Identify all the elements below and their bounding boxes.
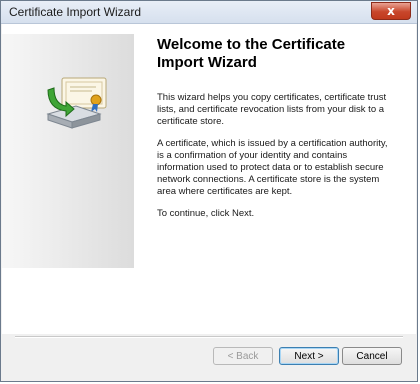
wizard-body: Welcome to the Certificate Import Wizard… bbox=[2, 24, 416, 334]
window-title: Certificate Import Wizard bbox=[9, 5, 142, 19]
cancel-button[interactable]: Cancel bbox=[342, 347, 402, 365]
content-area: Welcome to the Certificate Import Wizard… bbox=[157, 36, 389, 230]
description-paragraph: This wizard helps you copy certificates,… bbox=[157, 92, 387, 127]
certificate-import-icon bbox=[46, 77, 107, 129]
instruction-text: To continue, click Next. bbox=[157, 208, 255, 219]
side-panel bbox=[2, 34, 134, 268]
description-paragraph: A certificate, which is issued by a cert… bbox=[157, 138, 388, 197]
next-button[interactable]: Next > bbox=[279, 347, 339, 365]
back-button[interactable]: < Back bbox=[213, 347, 273, 365]
wizard-window: Certificate Import Wizard x Welcome to t… bbox=[0, 0, 418, 382]
title-bar[interactable]: Certificate Import Wizard x bbox=[1, 1, 417, 24]
close-button[interactable]: x bbox=[371, 2, 411, 20]
close-icon: x bbox=[387, 4, 395, 18]
footer-divider bbox=[15, 336, 403, 338]
page-title: Welcome to the Certificate Import Wizard bbox=[157, 36, 346, 71]
